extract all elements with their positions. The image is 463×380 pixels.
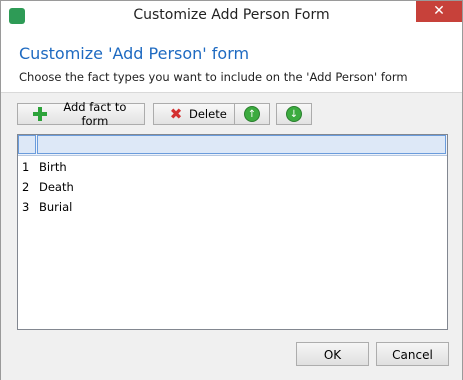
row-fact-label: Birth [39, 160, 67, 174]
close-button[interactable]: ✕ [416, 1, 462, 22]
row-number: 2 [22, 180, 30, 194]
delete-button[interactable]: ✖ Delete [153, 103, 240, 125]
grid-header-label-cell [37, 135, 446, 154]
arrow-up-icon: ↑ [244, 106, 260, 122]
row-number: 3 [22, 200, 30, 214]
dialog-heading: Customize 'Add Person' form [19, 44, 250, 63]
dialog-window: Customize Add Person Form ✕ Customize 'A… [0, 0, 463, 380]
add-fact-label: Add fact to form [63, 100, 127, 128]
dialog-body: Add fact to form ✖ Delete ↑ ↓ 1 Birth 2 … [1, 92, 462, 380]
window-title: Customize Add Person Form [133, 7, 330, 23]
add-fact-button[interactable]: Add fact to form [17, 100, 145, 128]
fact-types-grid[interactable]: 1 Birth 2 Death 3 Burial [17, 134, 448, 330]
dialog-description: Choose the fact types you want to includ… [19, 70, 408, 84]
ok-button[interactable]: OK [296, 342, 369, 366]
table-row[interactable]: 3 Burial [18, 197, 447, 217]
table-row[interactable]: 1 Birth [18, 157, 447, 177]
plus-icon [32, 106, 47, 122]
move-up-button[interactable]: ↑ [234, 103, 270, 125]
row-fact-label: Burial [39, 200, 73, 214]
move-down-button[interactable]: ↓ [276, 103, 312, 125]
row-fact-label: Death [39, 180, 74, 194]
cancel-button[interactable]: Cancel [376, 342, 449, 366]
dialog-header: Customize 'Add Person' form Choose the f… [1, 32, 462, 92]
table-row[interactable]: 2 Death [18, 177, 447, 197]
grid-header-number-cell [18, 135, 36, 154]
row-number: 1 [22, 160, 30, 174]
grid-header-row [18, 135, 447, 156]
delete-x-icon: ✖ [169, 105, 183, 123]
title-bar: Customize Add Person Form ✕ [1, 1, 462, 31]
arrow-down-icon: ↓ [286, 106, 302, 122]
delete-label: Delete [189, 107, 227, 121]
